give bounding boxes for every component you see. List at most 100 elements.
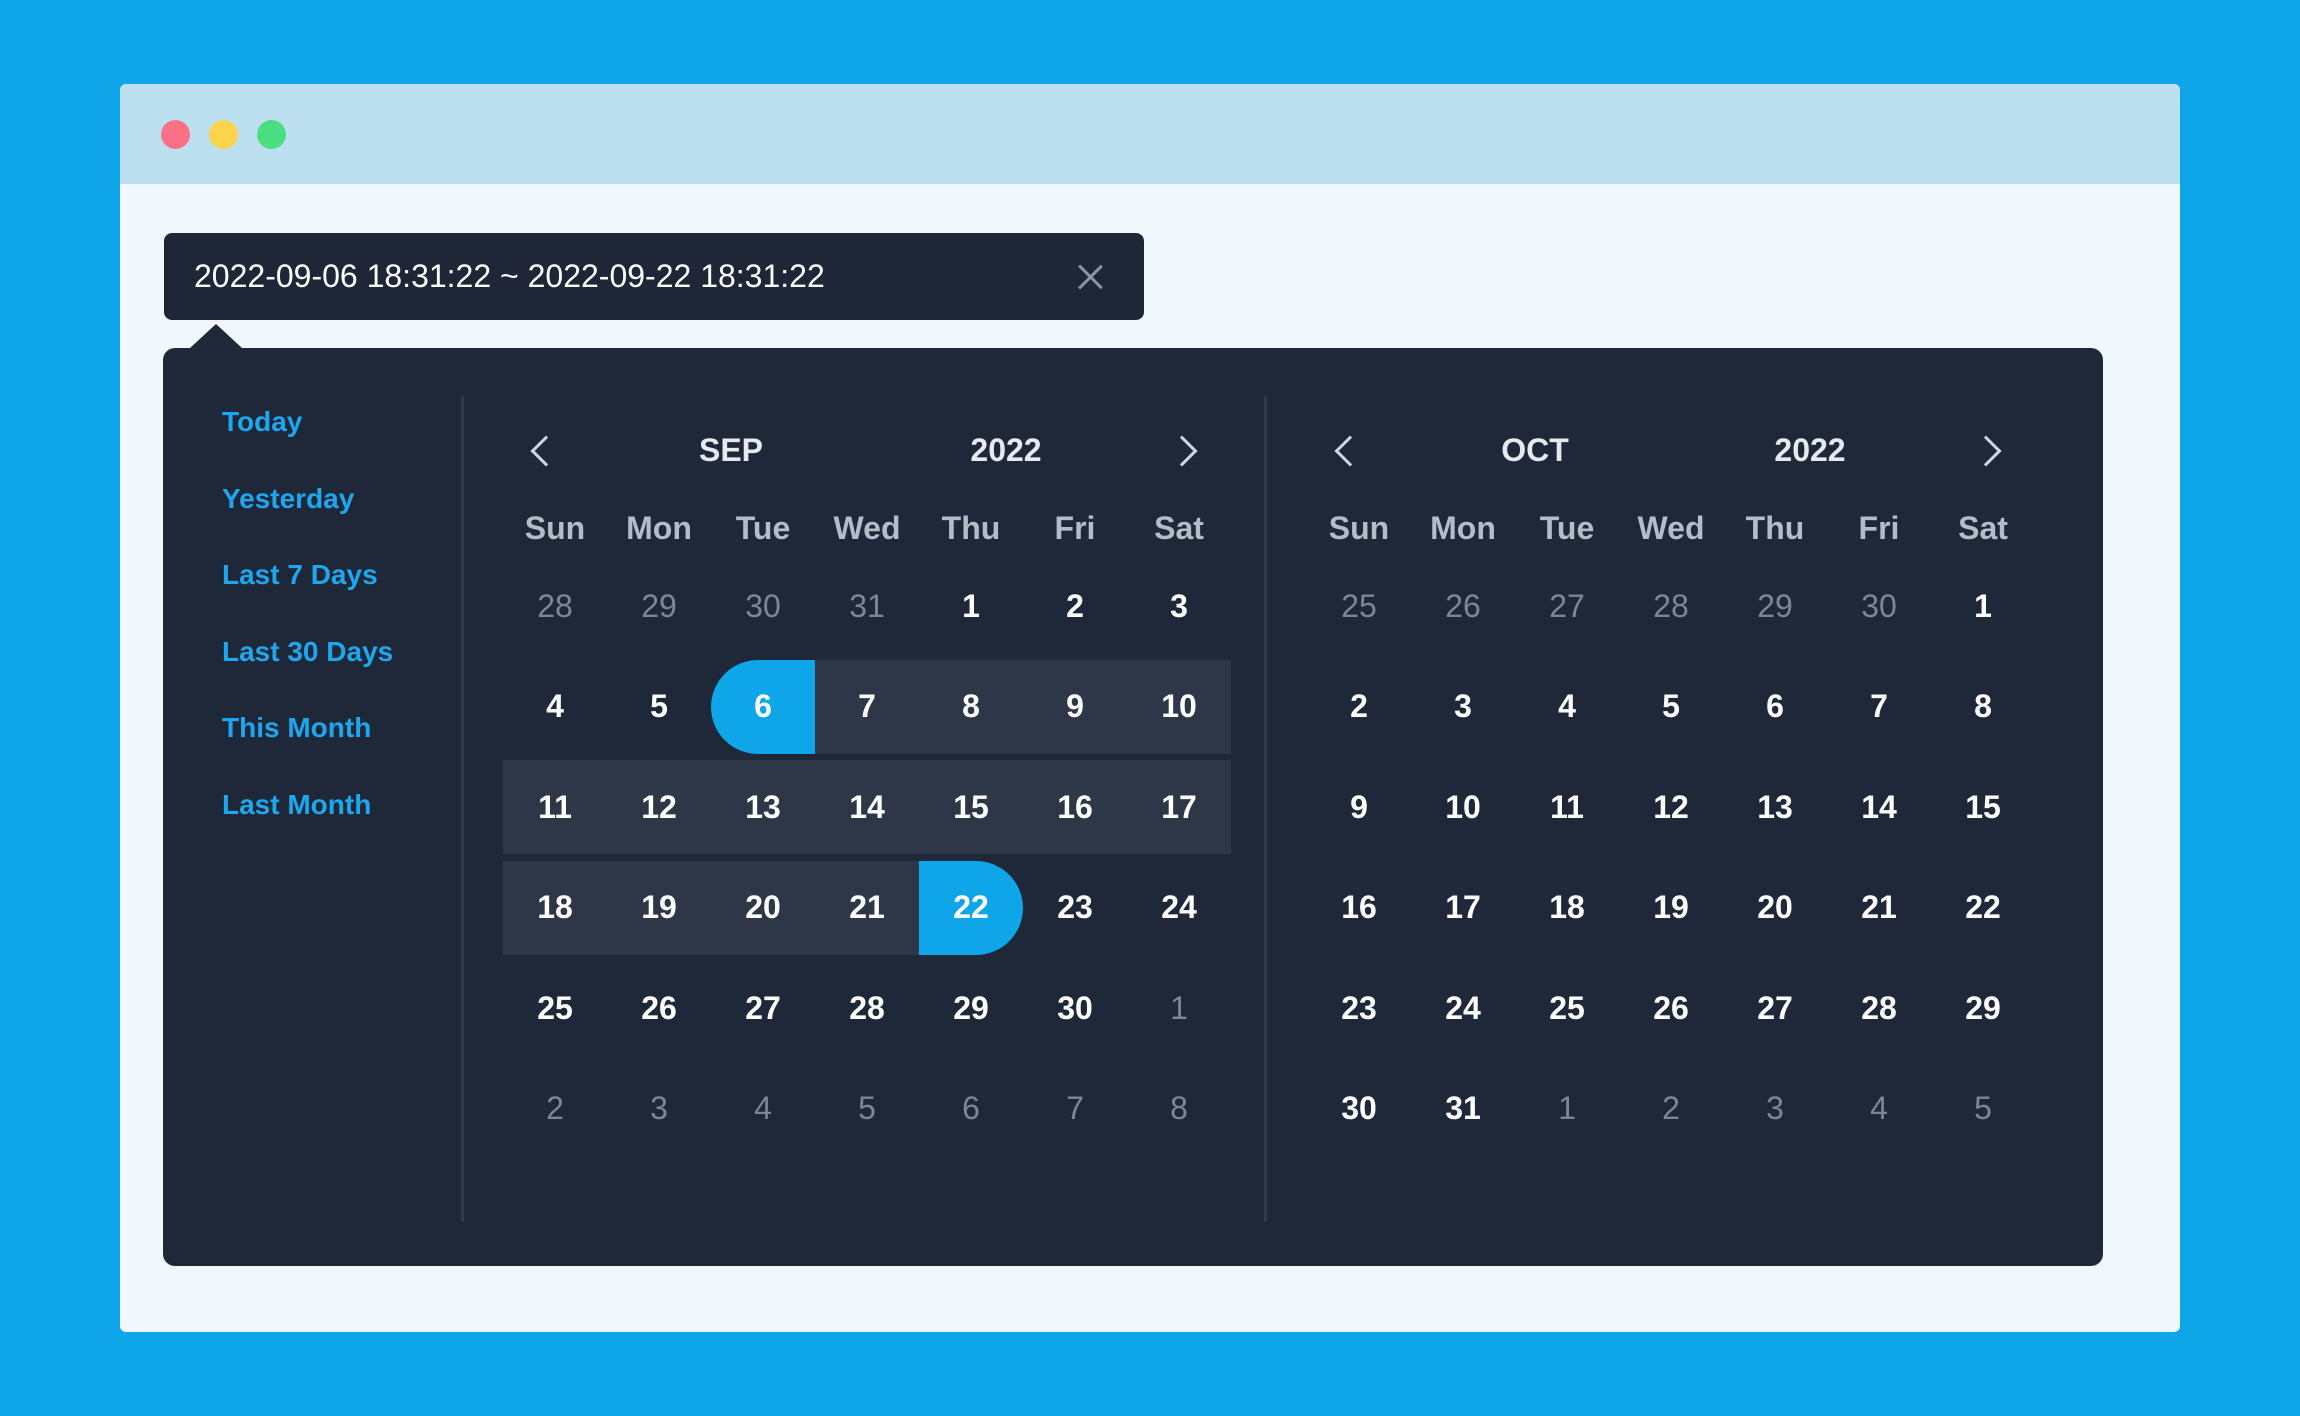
- chevron-left-icon[interactable]: [1327, 432, 1363, 468]
- day-cell[interactable]: 17: [1127, 760, 1231, 855]
- day-cell[interactable]: 27: [711, 961, 815, 1055]
- day-cell[interactable]: 28: [1619, 559, 1723, 653]
- day-cell[interactable]: 29: [919, 961, 1023, 1055]
- day-cell[interactable]: 26: [1411, 559, 1515, 653]
- day-cell[interactable]: 29: [1931, 961, 2035, 1055]
- day-cell[interactable]: 19: [1619, 861, 1723, 955]
- day-cell[interactable]: 3: [1723, 1062, 1827, 1156]
- day-cell[interactable]: 15: [1931, 760, 2035, 854]
- day-cell[interactable]: 13: [711, 760, 815, 855]
- shortcut-last-month[interactable]: Last Month: [222, 790, 452, 868]
- range-start-day[interactable]: 6: [711, 659, 815, 754]
- day-cell[interactable]: 28: [503, 559, 607, 653]
- day-cell[interactable]: 14: [815, 760, 919, 855]
- chevron-right-icon[interactable]: [1973, 432, 2009, 468]
- day-cell[interactable]: 2: [1023, 559, 1127, 653]
- day-cell[interactable]: 30: [1023, 961, 1127, 1055]
- day-cell[interactable]: 8: [1127, 1062, 1231, 1156]
- day-cell[interactable]: 21: [815, 860, 919, 955]
- chevron-right-icon[interactable]: [1169, 432, 1205, 468]
- day-cell[interactable]: 28: [815, 961, 919, 1055]
- day-cell[interactable]: 21: [1827, 861, 1931, 955]
- day-cell[interactable]: 6: [1723, 660, 1827, 754]
- shortcut-today[interactable]: Today: [222, 408, 452, 485]
- day-cell[interactable]: 1: [1515, 1062, 1619, 1156]
- month-label[interactable]: OCT: [1455, 432, 1615, 468]
- day-cell[interactable]: 26: [1619, 961, 1723, 1055]
- day-cell[interactable]: 11: [1515, 760, 1619, 854]
- day-cell[interactable]: 2: [503, 1062, 607, 1156]
- day-cell[interactable]: 17: [1411, 861, 1515, 955]
- day-cell[interactable]: 5: [1931, 1062, 2035, 1156]
- day-cell[interactable]: 11: [503, 760, 607, 855]
- shortcut-this-month[interactable]: This Month: [222, 714, 452, 791]
- day-cell[interactable]: 3: [607, 1062, 711, 1156]
- day-cell[interactable]: 7: [1827, 660, 1931, 754]
- day-cell[interactable]: 12: [1619, 760, 1723, 854]
- day-cell[interactable]: 24: [1127, 861, 1231, 955]
- day-cell[interactable]: 1: [1931, 559, 2035, 653]
- day-cell[interactable]: 4: [1827, 1062, 1931, 1156]
- day-cell[interactable]: 5: [607, 660, 711, 754]
- day-cell[interactable]: 20: [1723, 861, 1827, 955]
- close-icon[interactable]: [1076, 263, 1104, 291]
- day-cell[interactable]: 14: [1827, 760, 1931, 854]
- day-cell[interactable]: 28: [1827, 961, 1931, 1055]
- day-cell[interactable]: 5: [815, 1062, 919, 1156]
- day-cell[interactable]: 9: [1023, 659, 1127, 754]
- day-cell[interactable]: 27: [1515, 559, 1619, 653]
- year-label[interactable]: 2022: [1730, 432, 1890, 468]
- day-cell[interactable]: 10: [1127, 659, 1231, 754]
- day-cell[interactable]: 25: [503, 961, 607, 1055]
- maximize-window-button[interactable]: [257, 120, 286, 149]
- chevron-left-icon[interactable]: [523, 432, 559, 468]
- day-cell[interactable]: 23: [1023, 861, 1127, 955]
- day-cell[interactable]: 19: [607, 860, 711, 955]
- shortcut-yesterday[interactable]: Yesterday: [222, 484, 452, 562]
- day-cell[interactable]: 2: [1307, 660, 1411, 754]
- day-cell[interactable]: 4: [711, 1062, 815, 1156]
- close-window-button[interactable]: [161, 120, 190, 149]
- day-cell[interactable]: 24: [1411, 961, 1515, 1055]
- day-cell[interactable]: 6: [919, 1062, 1023, 1156]
- day-cell[interactable]: 26: [607, 961, 711, 1055]
- day-cell[interactable]: 31: [815, 559, 919, 653]
- day-cell[interactable]: 18: [503, 860, 607, 955]
- day-cell[interactable]: 10: [1411, 760, 1515, 854]
- day-cell[interactable]: 8: [1931, 660, 2035, 754]
- day-cell[interactable]: 30: [711, 559, 815, 653]
- minimize-window-button[interactable]: [209, 120, 238, 149]
- year-label[interactable]: 2022: [926, 432, 1086, 468]
- day-cell[interactable]: 3: [1411, 660, 1515, 754]
- day-cell[interactable]: 30: [1827, 559, 1931, 653]
- day-cell[interactable]: 16: [1023, 760, 1127, 855]
- day-cell[interactable]: 7: [815, 659, 919, 754]
- day-cell[interactable]: 9: [1307, 760, 1411, 854]
- day-cell[interactable]: 1: [919, 559, 1023, 653]
- day-cell[interactable]: 1: [1127, 961, 1231, 1055]
- day-cell[interactable]: 22: [1931, 861, 2035, 955]
- day-cell[interactable]: 25: [1307, 559, 1411, 653]
- range-end-day[interactable]: 22: [919, 860, 1023, 955]
- day-cell[interactable]: 30: [1307, 1062, 1411, 1156]
- day-cell[interactable]: 20: [711, 860, 815, 955]
- day-cell[interactable]: 25: [1515, 961, 1619, 1055]
- day-cell[interactable]: 23: [1307, 961, 1411, 1055]
- date-range-value[interactable]: 2022-09-06 18:31:22 ~ 2022-09-22 18:31:2…: [194, 258, 1076, 295]
- day-cell[interactable]: 13: [1723, 760, 1827, 854]
- shortcut-last-30-days[interactable]: Last 30 Days: [222, 637, 452, 715]
- shortcut-last-7-days[interactable]: Last 7 Days: [222, 561, 452, 638]
- day-cell[interactable]: 5: [1619, 660, 1723, 754]
- day-cell[interactable]: 16: [1307, 861, 1411, 955]
- day-cell[interactable]: 7: [1023, 1062, 1127, 1156]
- day-cell[interactable]: 8: [919, 659, 1023, 754]
- day-cell[interactable]: 18: [1515, 861, 1619, 955]
- day-cell[interactable]: 31: [1411, 1062, 1515, 1156]
- day-cell[interactable]: 4: [503, 660, 607, 754]
- day-cell[interactable]: 27: [1723, 961, 1827, 1055]
- month-label[interactable]: SEP: [651, 432, 811, 468]
- day-cell[interactable]: 29: [607, 559, 711, 653]
- day-cell[interactable]: 15: [919, 760, 1023, 855]
- day-cell[interactable]: 2: [1619, 1062, 1723, 1156]
- date-range-input[interactable]: 2022-09-06 18:31:22 ~ 2022-09-22 18:31:2…: [164, 233, 1144, 320]
